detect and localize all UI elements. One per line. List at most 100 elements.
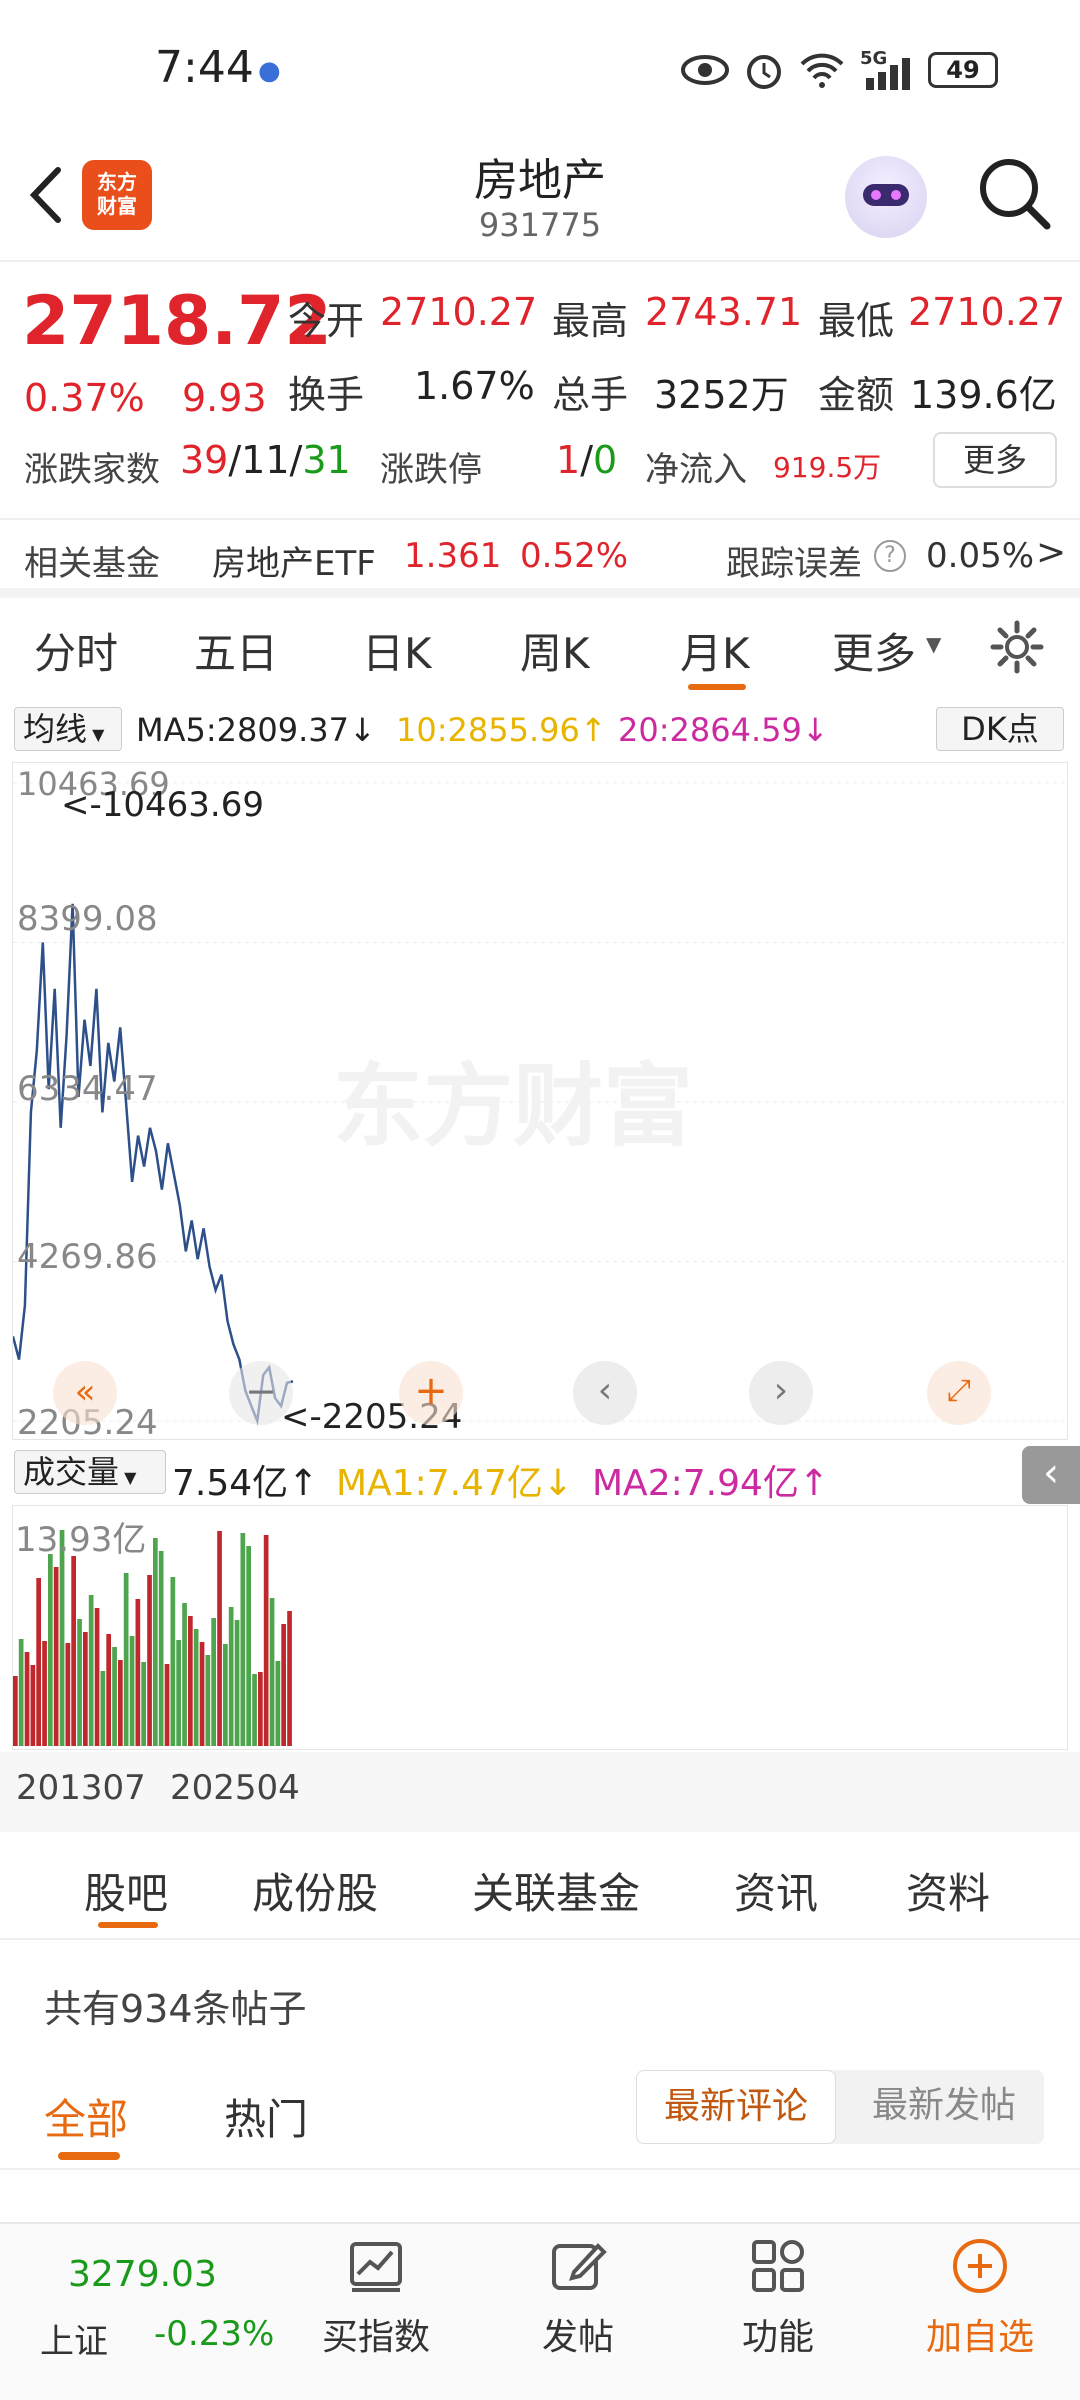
sort-latest-comment[interactable]: 最新评论 [636, 2070, 836, 2144]
back-icon[interactable] [22, 160, 72, 230]
limit-values: 1/0 [556, 438, 618, 482]
prev-icon[interactable]: ‹ [573, 1361, 637, 1425]
alarm-icon [747, 55, 781, 89]
tab-monthly-k[interactable]: 月K [680, 620, 750, 681]
tab-constituents[interactable]: 成份股 [252, 1860, 378, 1921]
logo-text-1: 东方 [97, 170, 137, 194]
tab-daily-k[interactable]: 日K [362, 620, 432, 681]
vol-ma1: MA1:7.47亿↓ [336, 1463, 574, 1504]
tab-weekly-k[interactable]: 周K [520, 620, 590, 681]
index-value: 3279.03 [68, 2254, 217, 2295]
turnover-label: 换手 [288, 373, 365, 417]
fullscreen-icon[interactable]: ⤢ [927, 1361, 991, 1425]
open-label: 今开 [288, 299, 365, 343]
caret-down-icon[interactable]: ▼ [926, 632, 941, 656]
volume-bar [153, 1538, 158, 1746]
limit-label: 涨跌停 [380, 450, 482, 490]
high-label: 最高 [552, 299, 629, 343]
next-icon[interactable]: › [749, 1361, 813, 1425]
volume-bar [94, 1608, 100, 1746]
add-watchlist-label: 加自选 [925, 2317, 1034, 2358]
sort-latest-post[interactable]: 最新发帖 [844, 2070, 1044, 2144]
index-code: 931775 [478, 206, 602, 244]
limit-up: 1 [556, 438, 581, 482]
sub-tabs: 股吧 成份股 关联基金 资讯 资料 [0, 1838, 1080, 1940]
volume-bar [18, 1639, 24, 1746]
volume-bar [88, 1595, 94, 1746]
tab-five-day[interactable]: 五日 [194, 620, 278, 681]
amount-value: 139.6亿 [910, 373, 1057, 417]
tab-profile[interactable]: 资料 [906, 1860, 990, 1921]
volume-bar [193, 1629, 199, 1746]
active-tab-indicator [688, 684, 746, 690]
fund-label: 相关基金 [24, 544, 160, 584]
change-percent: 0.37% [24, 376, 145, 420]
volume-bar [147, 1575, 152, 1746]
volume-bar [275, 1661, 281, 1746]
fund-name[interactable]: 房地产ETF [212, 536, 376, 585]
related-fund-row[interactable]: 相关基金 房地产ETF 1.361 0.52% 跟踪误差 ? 0.05% > [0, 518, 1080, 598]
tab-guba[interactable]: 股吧 [84, 1860, 168, 1921]
vol-ma2-text: MA2:7.94亿 [592, 1463, 799, 1504]
tab-more[interactable]: 更多 [832, 620, 916, 681]
volume-bar [30, 1665, 36, 1746]
volume-indicator-row: 成交量 ▼ 7.54亿↑ MA1:7.47亿↓ MA2:7.94亿↑ ‹ [0, 1444, 1080, 1504]
dk-button[interactable]: DK点 [936, 707, 1064, 751]
app-logo[interactable]: 东方 财富 [82, 160, 152, 230]
volume-bar [65, 1643, 71, 1746]
breadth-up: 39 [180, 438, 229, 482]
volume-bar [170, 1577, 176, 1746]
buy-index-button[interactable]: 买指数 [306, 2236, 446, 2360]
index-ticker[interactable]: 3279.03 上证 -0.23% [20, 2236, 290, 2386]
eye-icon [681, 55, 729, 85]
ma5-value: MA5:2809.37↓ [136, 711, 376, 749]
kline-chart[interactable]: 东方财富 10463.69 8399.08 6334.47 4269.86 22… [11, 762, 1069, 1443]
volume-bar [205, 1655, 211, 1746]
add-watchlist-button[interactable]: 加自选 [910, 2236, 1050, 2360]
gear-icon[interactable] [988, 618, 1046, 676]
high-value: 2743.71 [645, 290, 803, 334]
tab-news[interactable]: 资讯 [734, 1860, 818, 1921]
plus-circle-icon [953, 2239, 1007, 2293]
help-icon[interactable]: ? [874, 540, 906, 572]
paw-icon: ● [258, 56, 281, 86]
volume-bar [164, 1664, 170, 1746]
robot-assistant-icon[interactable] [845, 156, 927, 238]
more-button[interactable]: 更多 [933, 432, 1057, 488]
volume-selector[interactable]: 成交量 ▼ [14, 1450, 166, 1494]
status-bar: 7:44 ● 5G 49 [0, 0, 1080, 140]
date-end: 202504 [170, 1768, 300, 1808]
volume-bar [59, 1530, 65, 1746]
volume-chart[interactable]: 13.93亿 [12, 1505, 1068, 1750]
chevron-right-icon[interactable]: > [1036, 532, 1066, 573]
collapse-panel-icon[interactable]: ‹ [1022, 1446, 1080, 1504]
volume-current-text: 7.54亿 [172, 1463, 289, 1504]
volume-bar [269, 1598, 275, 1746]
volume-bar [182, 1603, 187, 1746]
volume-bar [228, 1607, 234, 1746]
volume-bar [71, 1556, 76, 1746]
ma20-value: 20:2864.59↓ [618, 711, 829, 749]
zoom-out-icon[interactable]: − [229, 1361, 293, 1425]
low-label: 最低 [818, 299, 895, 343]
status-time: 7:44 [155, 42, 254, 93]
index-name: 上证 [40, 2322, 108, 2362]
volume-selector-label: 成交量 [23, 1453, 120, 1491]
search-icon[interactable] [975, 154, 1055, 234]
tab-related-funds[interactable]: 关联基金 [472, 1860, 640, 1921]
ma-selector[interactable]: 均线 ▼ [14, 707, 122, 751]
volume-bar [258, 1672, 263, 1746]
volume-bar [281, 1624, 286, 1746]
rewind-icon[interactable]: « [53, 1361, 117, 1425]
price-line [11, 903, 294, 1426]
change-value: 9.93 [182, 376, 267, 420]
breadth-down: 31 [302, 438, 351, 482]
open-value: 2710.27 [380, 290, 538, 334]
function-button[interactable]: 功能 [708, 2236, 848, 2360]
filter-hot[interactable]: 热门 [224, 2086, 308, 2147]
vol-ma1-text: MA1:7.47亿 [336, 1463, 543, 1504]
tab-intraday[interactable]: 分时 [34, 620, 118, 681]
post-button[interactable]: 发帖 [508, 2236, 648, 2360]
zoom-in-icon[interactable]: + [399, 1361, 463, 1425]
filter-all[interactable]: 全部 [44, 2086, 128, 2147]
